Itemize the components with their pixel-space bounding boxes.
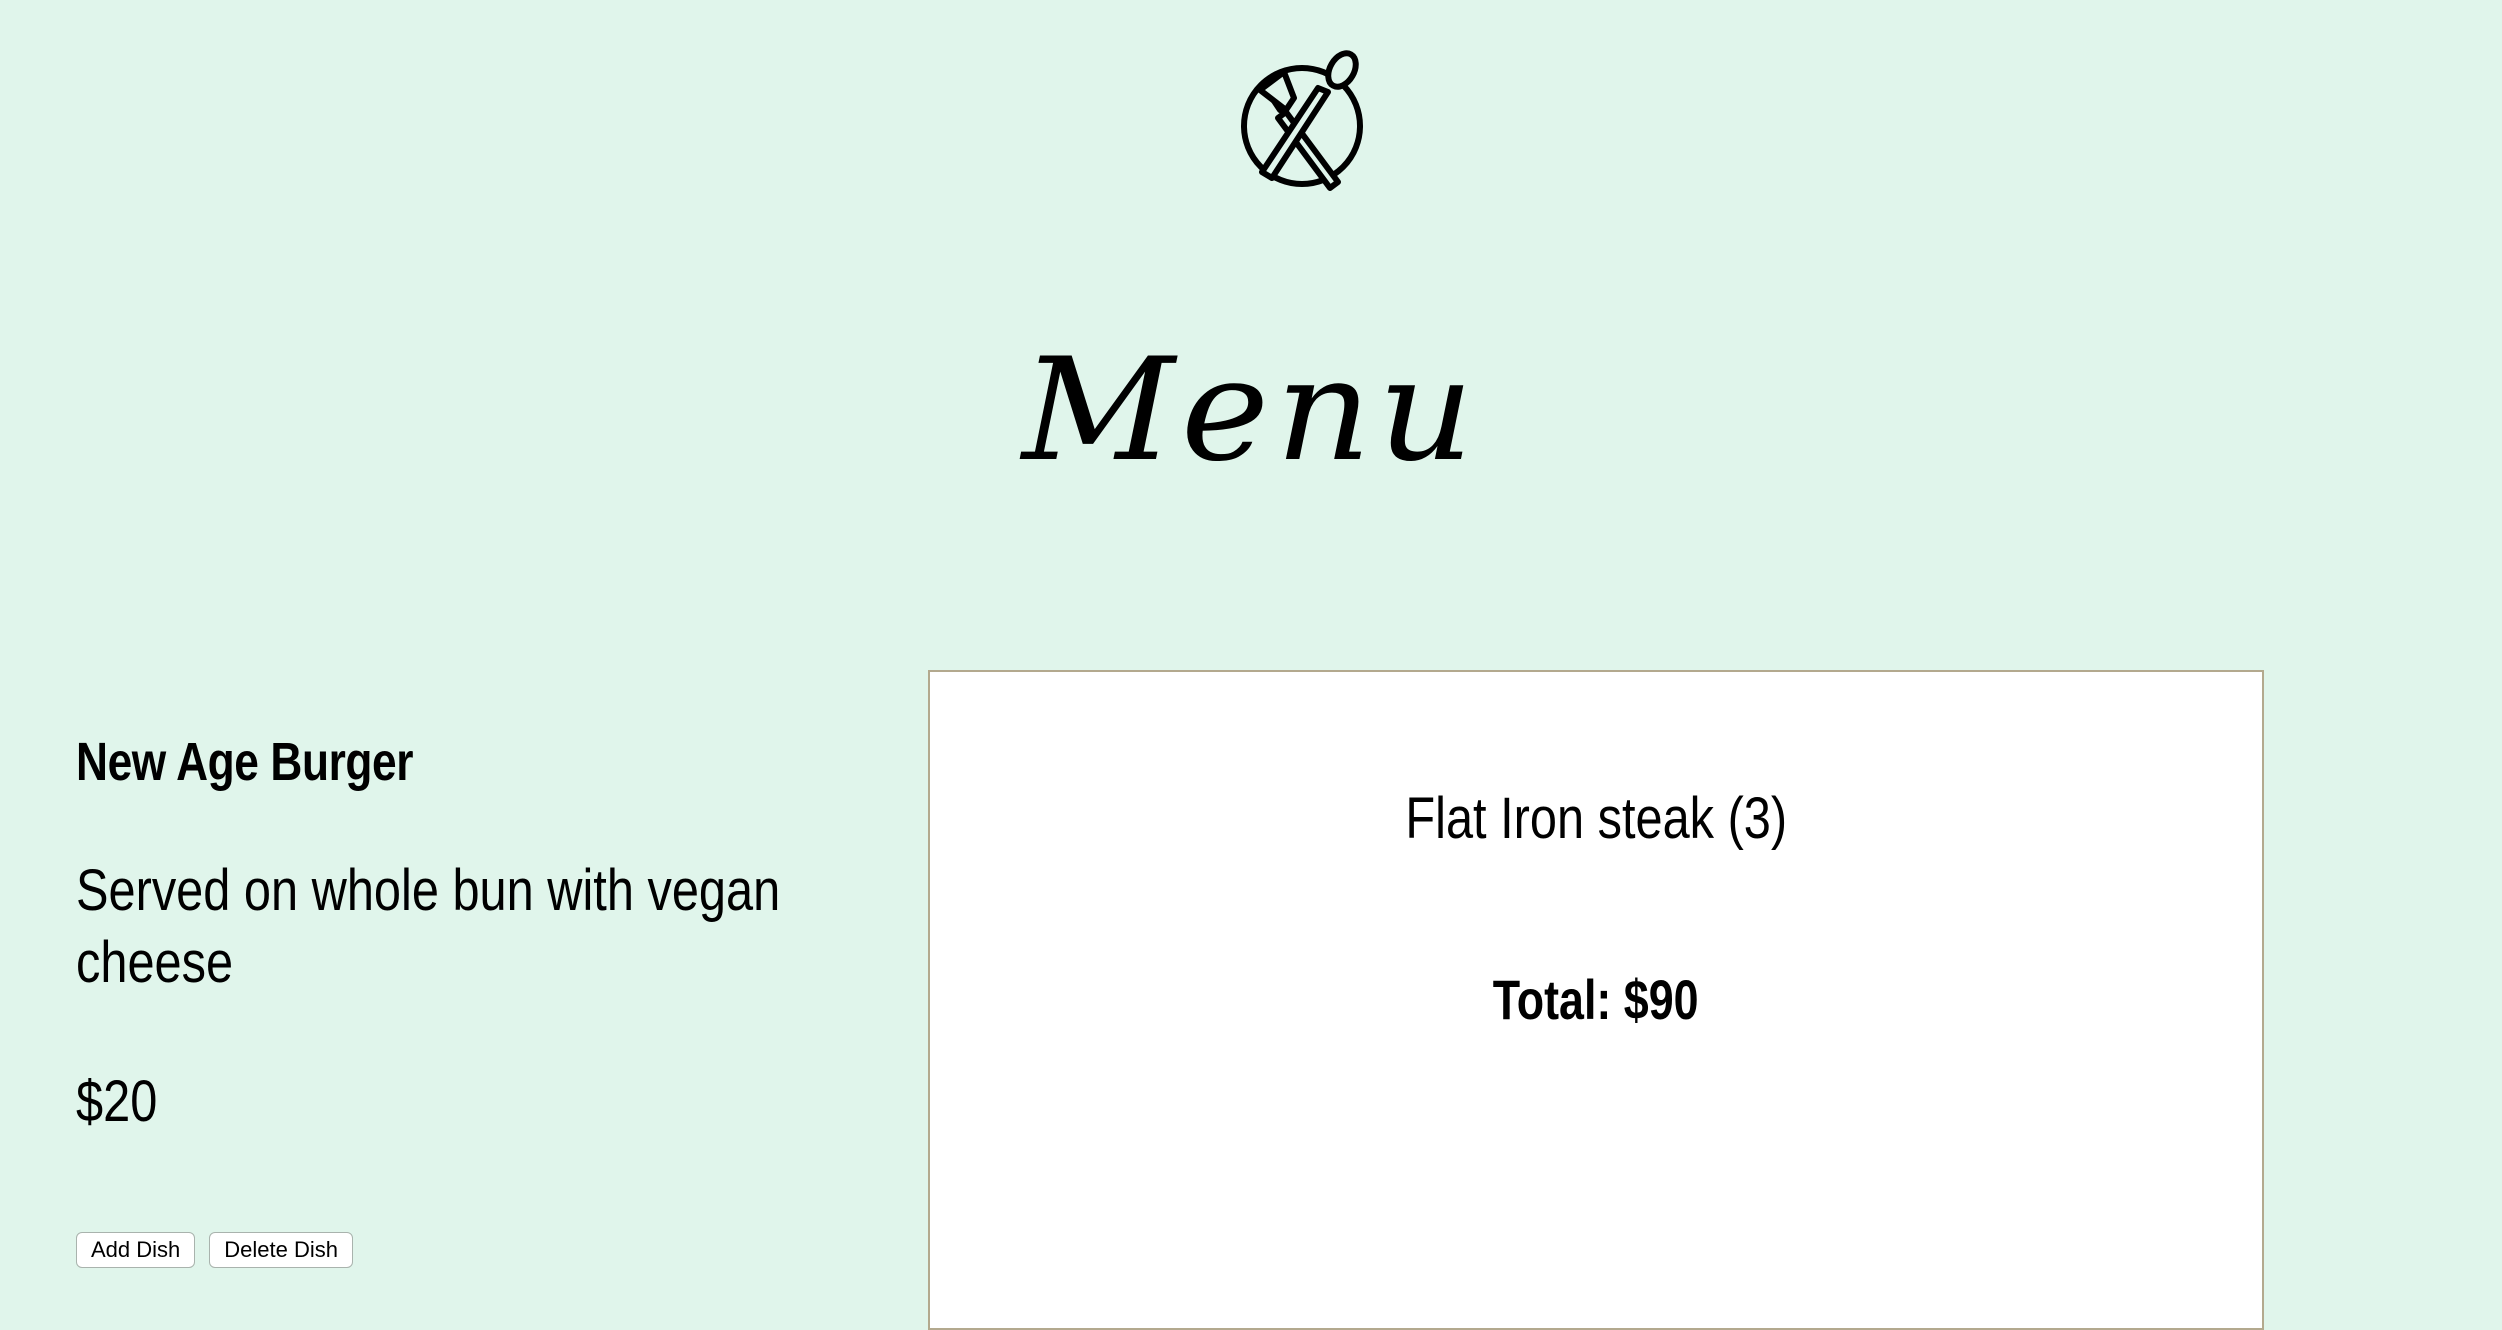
add-dish-button[interactable]: Add Dish (76, 1232, 196, 1268)
dish-description: Served on whole bun with vegan cheese (76, 857, 781, 995)
delete-dish-button[interactable]: Delete Dish (209, 1232, 353, 1268)
order-total-label: Total: $90 (1493, 968, 1699, 1031)
dish-card: New Age Burger Served on whole bun with … (76, 730, 836, 1131)
order-total: Total: $90 (930, 972, 2262, 1028)
dish-actions: Add Dish Delete Dish (76, 1232, 353, 1268)
plate-fork-spoon-icon (1230, 50, 1370, 200)
page-title: Menu (1021, 328, 1481, 493)
dish-name: New Age Burger (76, 732, 414, 792)
order-item: Flat Iron steak (3) (930, 790, 2262, 848)
order-panel: Flat Iron steak (3) Total: $90 (928, 670, 2264, 1330)
dish-price: $20 (76, 1068, 158, 1134)
order-item-label: Flat Iron steak (3) (1405, 786, 1787, 851)
